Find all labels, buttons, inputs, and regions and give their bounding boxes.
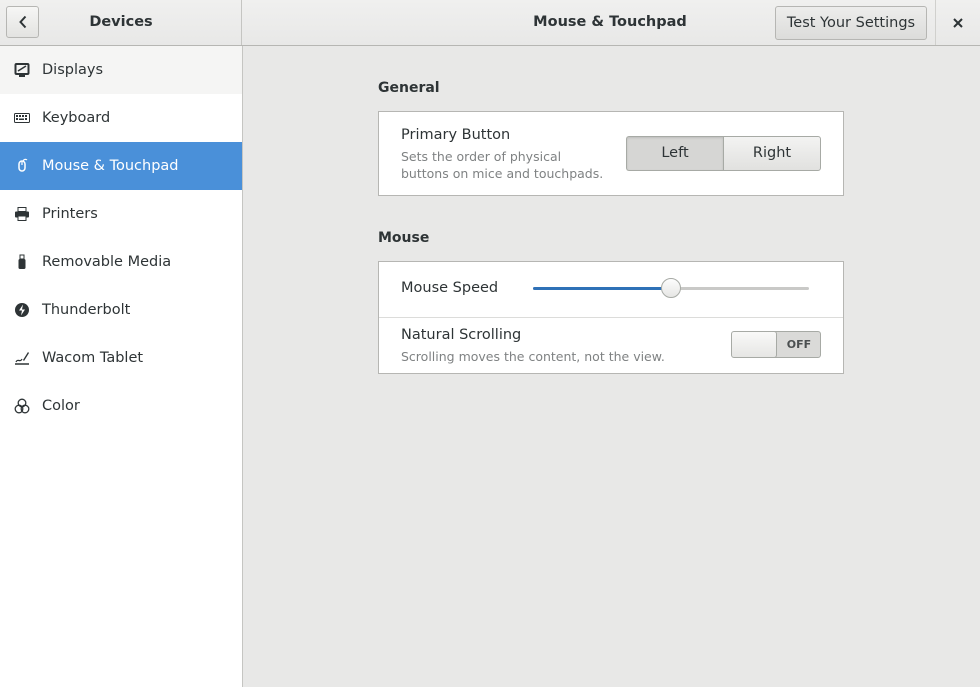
switch-handle [732, 332, 777, 357]
sidebar-item-displays[interactable]: Displays [0, 46, 242, 94]
header-bar: Devices Mouse & Touchpad Test Your Setti… [0, 0, 980, 46]
sidebar: Displays Keyboard Mouse & Touchpad Print… [0, 46, 243, 687]
sidebar-item-keyboard[interactable]: Keyboard [0, 94, 242, 142]
sidebar-item-label: Printers [42, 206, 98, 222]
slider-fill [533, 287, 671, 290]
sidebar-item-printers[interactable]: Printers [0, 190, 242, 238]
test-settings-button[interactable]: Test Your Settings [775, 6, 927, 40]
sidebar-header: Devices [0, 0, 242, 45]
color-icon [14, 398, 30, 414]
sidebar-item-removable-media[interactable]: Removable Media [0, 238, 242, 286]
sidebar-item-wacom-tablet[interactable]: Wacom Tablet [0, 334, 242, 382]
slider-knob[interactable] [661, 278, 681, 298]
sidebar-item-label: Keyboard [42, 110, 111, 126]
mouse-speed-title: Mouse Speed [401, 280, 499, 296]
back-button[interactable] [6, 6, 39, 38]
natural-scrolling-switch[interactable]: OFF [731, 331, 821, 358]
sidebar-item-label: Color [42, 398, 80, 414]
sidebar-item-thunderbolt[interactable]: Thunderbolt [0, 286, 242, 334]
natural-scrolling-description: Scrolling moves the content, not the vie… [401, 349, 665, 364]
close-button[interactable] [935, 0, 979, 45]
mouse-section-title: Mouse [378, 230, 430, 246]
switch-state-label: OFF [786, 338, 812, 351]
display-icon [14, 62, 30, 78]
sidebar-item-color[interactable]: Color [0, 382, 242, 430]
left-button-option[interactable]: Left [626, 136, 723, 171]
general-frame: Primary Button Sets the order of physica… [378, 111, 844, 196]
mouse-frame: Mouse Speed Natural Scrolling Scrolling … [378, 261, 844, 374]
right-button-option[interactable]: Right [723, 136, 821, 171]
primary-button-description: Sets the order of physical buttons on mi… [401, 149, 604, 181]
main-content: General Primary Button Sets the order of… [243, 46, 980, 687]
usb-drive-icon [14, 254, 30, 270]
primary-button-title: Primary Button [401, 127, 511, 143]
printer-icon [14, 206, 30, 222]
tablet-pen-icon [14, 350, 30, 366]
sidebar-item-label: Displays [42, 62, 104, 78]
sidebar-item-label: Thunderbolt [42, 302, 131, 318]
sidebar-item-label: Mouse & Touchpad [42, 158, 179, 174]
row-separator [379, 317, 843, 318]
natural-scrolling-title: Natural Scrolling [401, 327, 522, 343]
close-icon [952, 17, 963, 28]
sidebar-item-mouse-touchpad[interactable]: Mouse & Touchpad [0, 142, 242, 190]
chevron-left-icon [18, 15, 26, 29]
primary-button-selector: Left Right [626, 136, 821, 171]
mouse-speed-slider[interactable] [533, 278, 809, 298]
keyboard-icon [14, 110, 30, 126]
sidebar-item-label: Removable Media [42, 254, 172, 270]
sidebar-item-label: Wacom Tablet [42, 350, 144, 366]
thunderbolt-icon [14, 302, 30, 318]
general-section-title: General [378, 80, 440, 96]
mouse-icon [14, 158, 30, 174]
